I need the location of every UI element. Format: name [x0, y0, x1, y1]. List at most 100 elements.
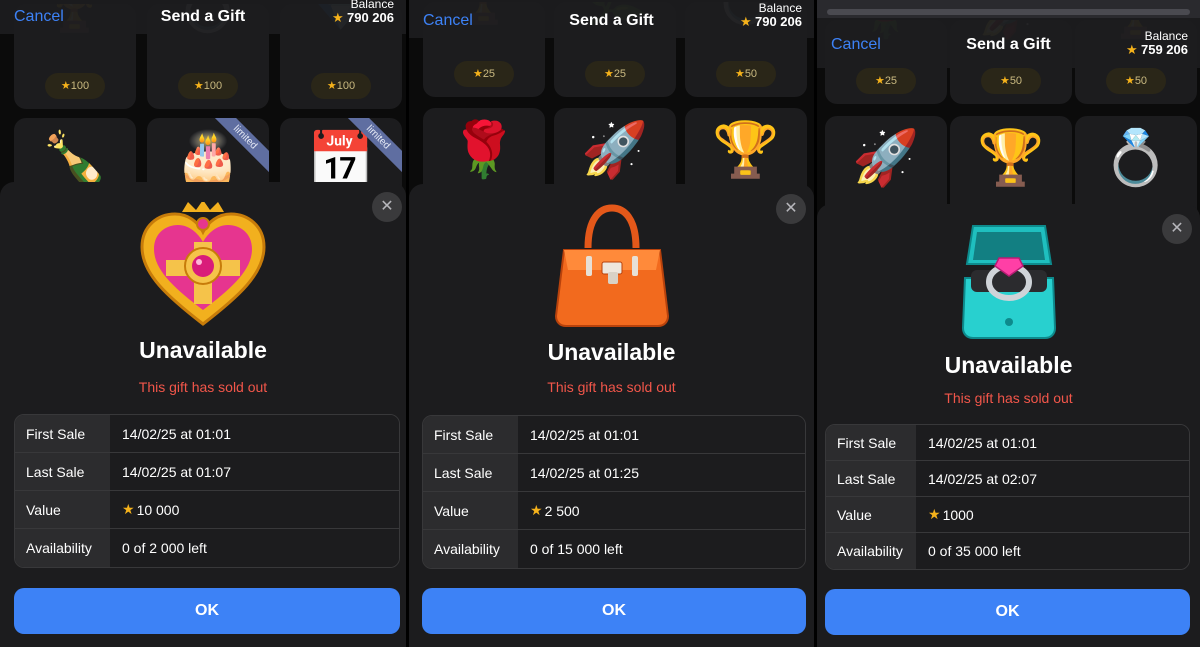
price-pill: ★25	[454, 61, 514, 87]
row-value: 14/02/25 at 01:01	[916, 425, 1189, 460]
gift-info-sheet: ✕ Unavailable This gift has sold out Fir…	[409, 184, 814, 647]
row-label: Last Sale	[423, 454, 518, 491]
sold-out-text: This gift has sold out	[944, 390, 1073, 406]
row-label: First Sale	[423, 416, 518, 453]
star-icon: ★	[332, 10, 344, 25]
row-label: Availability	[826, 533, 916, 569]
gift-info-table: First Sale 14/02/25 at 01:01 Last Sale 1…	[422, 415, 806, 569]
star-icon: ★	[874, 75, 885, 87]
close-icon[interactable]: ✕	[776, 194, 806, 224]
sheet-title: Unavailable	[944, 352, 1073, 378]
row-label: Value	[826, 497, 916, 532]
table-row: First Sale 14/02/25 at 01:01	[826, 425, 1189, 461]
balance-amount: 790 206	[755, 14, 802, 29]
row-value: 14/02/25 at 01:01	[110, 415, 399, 452]
price-pill: ★50	[1106, 68, 1166, 94]
price-pill: ★100	[311, 73, 371, 99]
price-pill: ★25	[856, 68, 916, 94]
price-pill: ★25	[585, 61, 645, 87]
price-pill: ★100	[45, 73, 105, 99]
gift-tile-icon: 🏆	[712, 120, 780, 180]
table-row: Value ★ 1000	[826, 497, 1189, 533]
row-value: ★ 1000	[916, 497, 1189, 532]
star-icon: ★	[530, 502, 543, 518]
ok-button[interactable]: OK	[825, 589, 1190, 635]
table-row: Value ★ 2 500	[423, 492, 805, 530]
row-label: Last Sale	[826, 461, 916, 496]
row-value: 14/02/25 at 01:07	[110, 453, 399, 490]
star-icon: ★	[1126, 42, 1138, 57]
gift-tile-icon: 💍	[1102, 128, 1170, 188]
table-row: Last Sale 14/02/25 at 01:07	[15, 453, 399, 491]
row-label: Last Sale	[15, 453, 110, 490]
star-icon: ★	[326, 80, 337, 92]
star-icon: ★	[603, 68, 614, 80]
star-icon: ★	[928, 506, 941, 522]
table-row: Availability 0 of 2 000 left	[15, 529, 399, 567]
star-icon: ★	[193, 80, 204, 92]
gift-info-table: First Sale 14/02/25 at 01:01 Last Sale 1…	[825, 424, 1190, 570]
gift-tile-icon: 🏆	[977, 128, 1045, 188]
heart-brooch-icon	[140, 202, 266, 326]
gift-info-table: First Sale 14/02/25 at 01:01 Last Sale 1…	[14, 414, 400, 568]
star-icon: ★	[1124, 75, 1135, 87]
gift-info-sheet: ✕ Unavailable This gift has sold out Fir…	[817, 204, 1200, 647]
gift-tile-icon: 🚀	[852, 128, 920, 188]
price-pill: ★50	[716, 61, 776, 87]
sold-out-text: This gift has sold out	[138, 379, 268, 395]
balance-amount: 759 206	[1141, 42, 1188, 57]
table-row: Value ★ 10 000	[15, 491, 399, 529]
table-row: Last Sale 14/02/25 at 02:07	[826, 461, 1189, 497]
star-icon: ★	[734, 68, 745, 80]
star-icon: ★	[740, 14, 752, 29]
sheet-title: Unavailable	[547, 339, 676, 365]
close-icon[interactable]: ✕	[372, 192, 402, 222]
table-row: Last Sale 14/02/25 at 01:25	[423, 454, 805, 492]
nav-bar: Cancel Send a Gift Balance ★ 790 206	[409, 0, 814, 38]
row-value: 0 of 2 000 left	[110, 529, 399, 567]
orange-handbag-icon	[554, 204, 669, 327]
gift-info-sheet: ✕ Unavailable This gift has sold out Fir…	[0, 182, 406, 647]
ok-button[interactable]: OK	[14, 588, 400, 634]
star-icon: ★	[999, 75, 1010, 87]
row-label: Availability	[423, 530, 518, 568]
star-icon: ★	[472, 68, 483, 80]
close-icon[interactable]: ✕	[1162, 214, 1192, 244]
row-value: 14/02/25 at 02:07	[916, 461, 1189, 496]
star-icon: ★	[122, 501, 135, 517]
balance-display: Balance ★ 759 206	[1126, 30, 1188, 57]
ok-button[interactable]: OK	[422, 588, 806, 634]
gift-tile-icon: 🌹	[450, 120, 518, 180]
background-sheet-edge	[817, 0, 1200, 18]
price-pill: ★50	[981, 68, 1041, 94]
table-row: First Sale 14/02/25 at 01:01	[15, 415, 399, 453]
table-row: First Sale 14/02/25 at 01:01	[423, 416, 805, 454]
price-pill: ★100	[178, 73, 238, 99]
star-icon: ★	[60, 80, 71, 92]
balance-display: Balance ★ 790 206	[332, 0, 394, 25]
row-label: Value	[423, 492, 518, 529]
gift-panel-3: 🌹 ★25 🚀 ★50 🏆 ★50 🚀 🏆 💍 Cancel Send a Gi…	[817, 0, 1200, 647]
balance-amount: 790 206	[347, 10, 394, 25]
nav-bar: Cancel Send a Gift Balance ★ 759 206	[817, 18, 1200, 68]
gift-panel-1: 🏆 ★100 💍 ★100 💎 ★100 🍾 🎂 limited 📅 limit…	[0, 0, 406, 647]
row-value: 0 of 15 000 left	[518, 530, 805, 568]
row-label: Availability	[15, 529, 110, 567]
row-value: 14/02/25 at 01:01	[518, 416, 805, 453]
row-value: ★ 2 500	[518, 492, 805, 529]
row-label: Value	[15, 491, 110, 528]
gift-panel-2: 🏆 ★25 🌿 ★25 💍 ★50 🌹 🚀 🏆 Cancel Send a Gi…	[409, 0, 814, 647]
gift-tile-icon: 🚀	[581, 120, 649, 180]
gift-tile-icon: 🍾	[41, 130, 109, 190]
table-row: Availability 0 of 35 000 left	[826, 533, 1189, 569]
row-label: First Sale	[15, 415, 110, 452]
table-row: Availability 0 of 15 000 left	[423, 530, 805, 568]
row-label: First Sale	[826, 425, 916, 460]
nav-bar: Cancel Send a Gift Balance ★ 790 206	[0, 0, 406, 34]
sheet-title: Unavailable	[139, 337, 267, 363]
row-value: ★ 10 000	[110, 491, 399, 528]
ring-box-icon	[961, 225, 1056, 339]
sold-out-text: This gift has sold out	[547, 379, 676, 395]
row-value: 0 of 35 000 left	[916, 533, 1189, 569]
balance-display: Balance ★ 790 206	[740, 2, 802, 29]
